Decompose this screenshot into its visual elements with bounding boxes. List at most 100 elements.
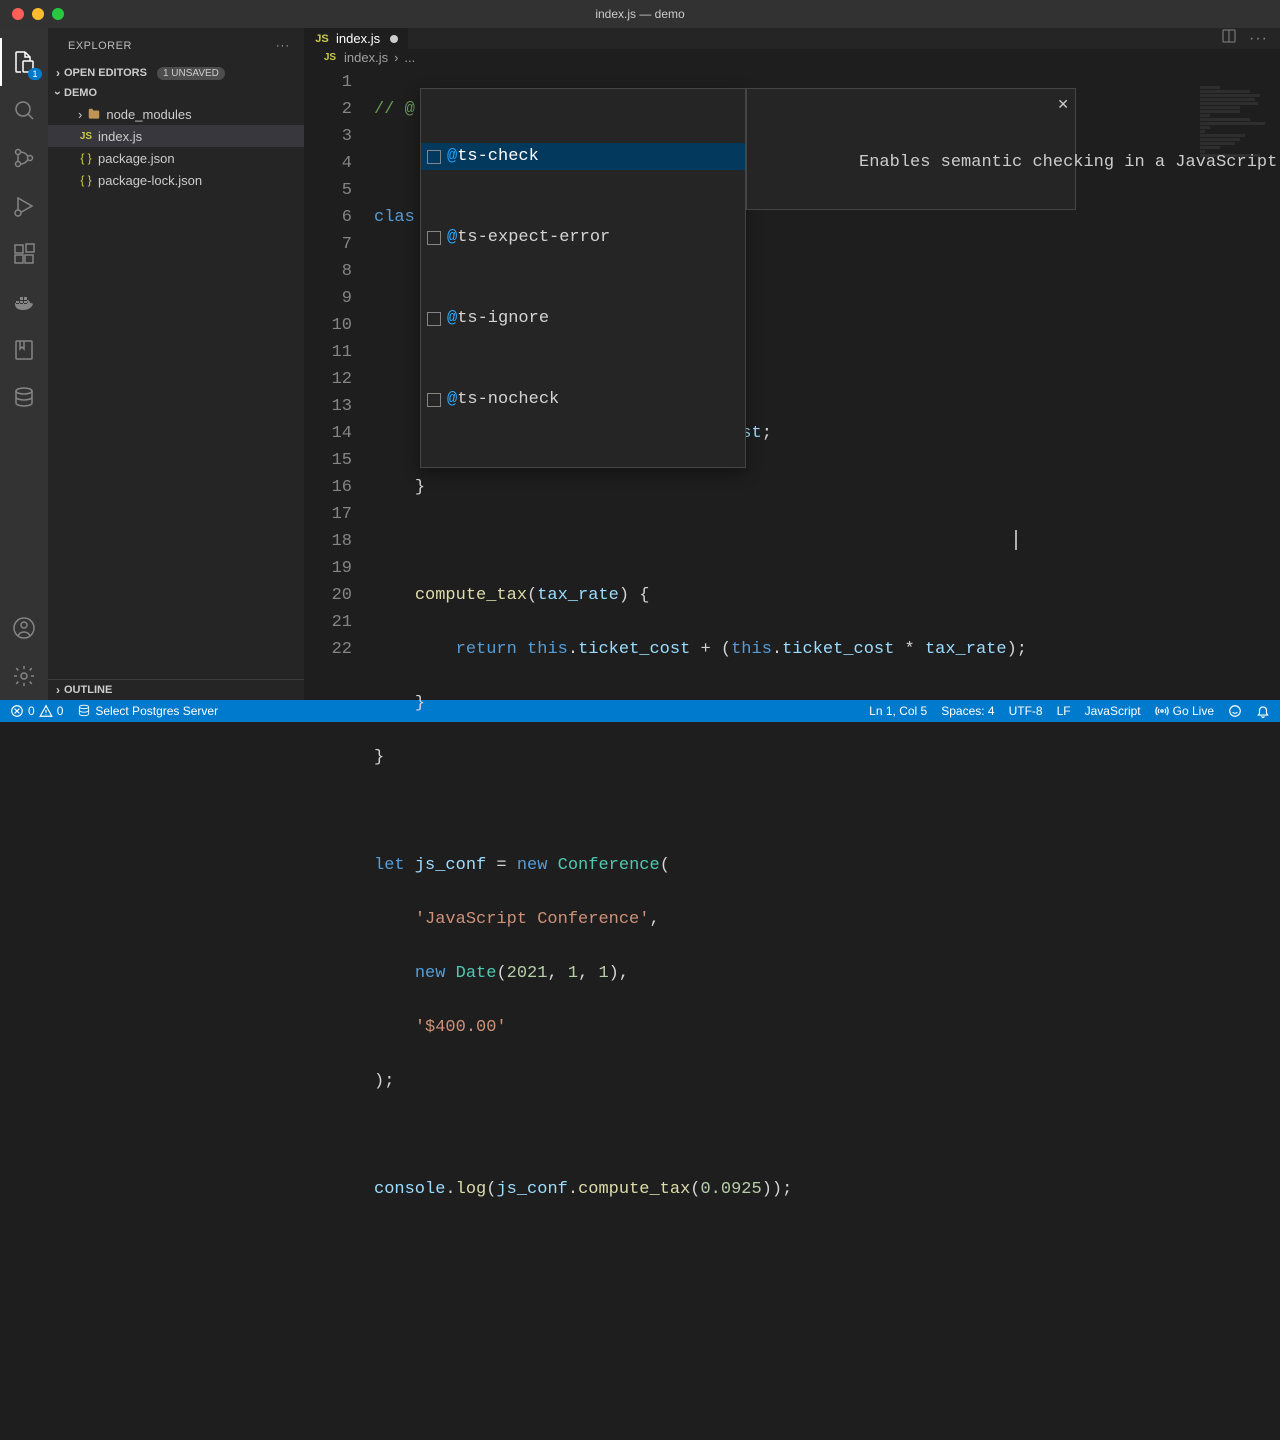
outline-label: OUTLINE bbox=[64, 684, 112, 696]
database-icon[interactable] bbox=[0, 374, 48, 422]
code-token: 2021 bbox=[507, 964, 548, 983]
sidebar: EXPLORER ··· › OPEN EDITORS 1 UNSAVED › … bbox=[48, 28, 304, 700]
js-file-icon: JS bbox=[322, 49, 338, 65]
file-item-node-modules[interactable]: › node_modules bbox=[48, 103, 304, 125]
close-icon[interactable]: ✕ bbox=[1057, 93, 1069, 120]
accounts-icon[interactable] bbox=[0, 604, 48, 652]
code-token: ) { bbox=[619, 586, 650, 605]
chevron-right-icon: › bbox=[56, 66, 60, 80]
text-cursor bbox=[1015, 530, 1017, 550]
code-content[interactable]: // @ clas this.date = date; this.ticket_… bbox=[374, 65, 1280, 1440]
code-token: . bbox=[772, 640, 782, 659]
code-token: Date bbox=[456, 964, 497, 983]
file-label: index.js bbox=[98, 129, 142, 144]
code-token bbox=[445, 964, 455, 983]
editor-body[interactable]: 1 2 3 4 5 6 7 8 9 10 11 12 13 14 15 16 1… bbox=[304, 65, 1280, 1440]
code-token: return bbox=[456, 640, 517, 659]
split-editor-icon[interactable] bbox=[1221, 28, 1237, 49]
debug-icon[interactable] bbox=[0, 182, 48, 230]
code-token: ticket_cost bbox=[578, 640, 690, 659]
code-token: this bbox=[731, 640, 772, 659]
code-token: console bbox=[374, 1180, 445, 1199]
suggest-prefix: @ bbox=[447, 309, 457, 328]
code-token: , bbox=[649, 910, 659, 929]
code-token: ( bbox=[660, 856, 670, 875]
minimap[interactable] bbox=[1200, 85, 1280, 385]
settings-icon[interactable] bbox=[0, 652, 48, 700]
status-postgres[interactable]: Select Postgres Server bbox=[77, 704, 218, 718]
chevron-right-icon: › bbox=[56, 683, 60, 697]
code-token: ), bbox=[609, 964, 629, 983]
tab-bar: JS index.js ··· bbox=[304, 28, 1280, 49]
code-token: ( bbox=[496, 964, 506, 983]
unsaved-badge: 1 UNSAVED bbox=[157, 67, 225, 80]
code-token: tax_rate bbox=[925, 640, 1007, 659]
suggest-widget: @ts-check @ts-expect-error @ts-ignore @t… bbox=[420, 88, 746, 468]
file-label: package-lock.json bbox=[98, 173, 202, 188]
suggest-label: ts-ignore bbox=[457, 309, 549, 328]
explorer-badge: 1 bbox=[28, 68, 42, 80]
snippet-icon bbox=[427, 312, 441, 326]
code-token: = bbox=[486, 856, 517, 875]
suggest-item-ts-check[interactable]: @ts-check bbox=[421, 143, 745, 170]
line-number: 6 bbox=[304, 204, 352, 231]
maximize-window-button[interactable] bbox=[52, 8, 64, 20]
line-number: 2 bbox=[304, 96, 352, 123]
line-number: 12 bbox=[304, 366, 352, 393]
code-token: . bbox=[568, 1180, 578, 1199]
line-number: 1 bbox=[304, 69, 352, 96]
source-control-icon[interactable] bbox=[0, 134, 48, 182]
suggest-label: ts-check bbox=[457, 147, 539, 166]
file-label: node_modules bbox=[106, 107, 191, 122]
code-token: ); bbox=[1007, 640, 1027, 659]
line-number: 4 bbox=[304, 150, 352, 177]
line-number: 7 bbox=[304, 231, 352, 258]
code-token: 0.0925 bbox=[700, 1180, 761, 1199]
suggest-item-ts-expect-error[interactable]: @ts-expect-error bbox=[421, 224, 745, 251]
code-token: . bbox=[568, 640, 578, 659]
chevron-right-icon: › bbox=[78, 107, 82, 122]
code-token: * bbox=[894, 640, 925, 659]
file-item-package-json[interactable]: { } package.json bbox=[48, 147, 304, 169]
code-token: clas bbox=[374, 208, 415, 227]
extensions-icon[interactable] bbox=[0, 230, 48, 278]
code-token: ( bbox=[486, 1180, 496, 1199]
code-token: tax_rate bbox=[537, 586, 619, 605]
open-editors-section[interactable]: › OPEN EDITORS 1 UNSAVED bbox=[48, 63, 304, 83]
bookmark-icon[interactable] bbox=[0, 326, 48, 374]
line-gutter: 1 2 3 4 5 6 7 8 9 10 11 12 13 14 15 16 1… bbox=[304, 65, 374, 1440]
file-item-package-lock[interactable]: { } package-lock.json bbox=[48, 169, 304, 191]
sidebar-title: EXPLORER ··· bbox=[48, 28, 304, 63]
close-window-button[interactable] bbox=[12, 8, 24, 20]
snippet-icon bbox=[427, 231, 441, 245]
explorer-icon[interactable]: 1 bbox=[0, 38, 48, 86]
code-token: ( bbox=[690, 1180, 700, 1199]
line-number: 17 bbox=[304, 501, 352, 528]
sidebar-more-icon[interactable]: ··· bbox=[276, 40, 290, 52]
file-label: package.json bbox=[98, 151, 175, 166]
tab-index-js[interactable]: JS index.js bbox=[304, 28, 409, 49]
status-problems[interactable]: 0 0 bbox=[10, 704, 63, 718]
window-title: index.js — demo bbox=[595, 7, 684, 21]
code-token: 1 bbox=[568, 964, 578, 983]
outline-section[interactable]: › OUTLINE bbox=[48, 679, 304, 700]
window-controls bbox=[0, 8, 64, 20]
minimize-window-button[interactable] bbox=[32, 8, 44, 20]
suggest-item-ts-ignore[interactable]: @ts-ignore bbox=[421, 305, 745, 332]
code-token: ; bbox=[762, 424, 772, 443]
more-actions-icon[interactable]: ··· bbox=[1249, 30, 1268, 48]
breadcrumb-rest: ... bbox=[404, 50, 415, 65]
breadcrumbs[interactable]: JS index.js › ... bbox=[304, 49, 1280, 65]
code-token: new bbox=[415, 964, 446, 983]
suggest-doc-text: Enables semantic checking in a JavaScrip… bbox=[859, 153, 1280, 172]
chevron-down-icon: › bbox=[51, 91, 65, 95]
snippet-icon bbox=[427, 393, 441, 407]
file-item-index-js[interactable]: JS index.js bbox=[48, 125, 304, 147]
docker-icon[interactable] bbox=[0, 278, 48, 326]
line-number: 9 bbox=[304, 285, 352, 312]
code-token: compute_tax bbox=[578, 1180, 690, 1199]
folder-section[interactable]: › DEMO bbox=[48, 83, 304, 103]
suggest-item-ts-nocheck[interactable]: @ts-nocheck bbox=[421, 386, 745, 413]
search-icon[interactable] bbox=[0, 86, 48, 134]
error-count: 0 bbox=[28, 704, 35, 718]
